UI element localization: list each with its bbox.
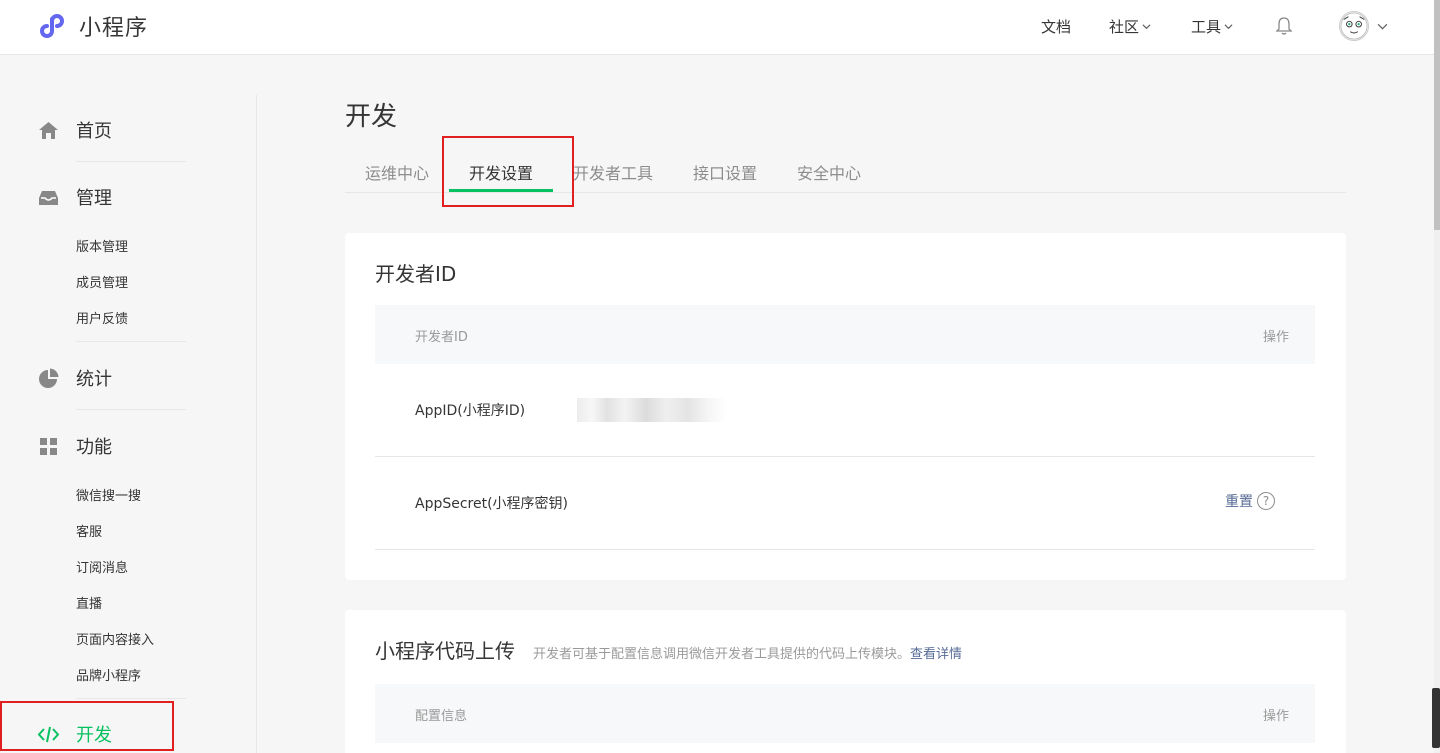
- dev-id-card-title: 开发者ID: [375, 262, 457, 286]
- reset-label: 重置: [1225, 494, 1253, 510]
- floating-widget[interactable]: [1432, 688, 1440, 748]
- reset-appsecret-button[interactable]: 重置 ?: [1225, 491, 1275, 511]
- sidebar-sub-subscribe-message[interactable]: 订阅消息: [76, 557, 128, 576]
- highlight-box-sidebar-dev: [0, 701, 174, 751]
- code-upload-card: 小程序代码上传 开发者可基于配置信息调用微信开发者工具提供的代码上传模块。查看详情…: [345, 610, 1346, 753]
- user-avatar[interactable]: [1339, 11, 1369, 41]
- page-scrollbar[interactable]: [1434, 0, 1440, 753]
- col-header-dev-id: 开发者ID: [415, 330, 468, 345]
- tab-security[interactable]: 安全中心: [797, 160, 861, 184]
- sidebar-item-features[interactable]: 功能: [38, 433, 112, 459]
- sidebar-item-features-label: 功能: [76, 437, 112, 458]
- col-header-action: 操作: [1262, 709, 1289, 724]
- highlight-box-tab: [442, 136, 574, 207]
- tab-dev-tools[interactable]: 开发者工具: [573, 160, 653, 184]
- col-header-config: 配置信息: [415, 709, 468, 724]
- sidebar-sub-version[interactable]: 版本管理: [76, 236, 128, 255]
- nav-docs-label: 文档: [1040, 17, 1071, 36]
- sidebar-sub-members[interactable]: 成员管理: [76, 272, 128, 291]
- pie-chart-icon: [39, 368, 59, 388]
- page-title: 开发: [345, 102, 398, 132]
- tab-api-settings[interactable]: 接口设置: [693, 160, 757, 184]
- code-upload-title: 小程序代码上传: [375, 639, 515, 663]
- top-nav: 文档 社区 工具: [1041, 0, 1388, 52]
- appid-value-redacted: [577, 398, 727, 422]
- sidebar-item-stats[interactable]: 统计: [38, 365, 112, 391]
- inbox-icon: [39, 190, 58, 205]
- col-header-action: 操作: [1262, 330, 1289, 345]
- sidebar-item-manage-label: 管理: [76, 188, 112, 209]
- dev-id-table-header: 开发者ID 操作: [375, 305, 1315, 364]
- sidebar-divider: [256, 95, 257, 753]
- home-icon: [39, 121, 58, 139]
- chevron-down-icon: [1224, 23, 1233, 29]
- sidebar-sub-page-content[interactable]: 页面内容接入: [76, 629, 154, 648]
- nav-docs[interactable]: 文档: [1041, 16, 1071, 37]
- code-upload-card-header: 小程序代码上传 开发者可基于配置信息调用微信开发者工具提供的代码上传模块。查看详情: [375, 635, 962, 664]
- sidebar-sub-brand[interactable]: 品牌小程序: [76, 665, 141, 684]
- sidebar-sub-live[interactable]: 直播: [76, 593, 102, 612]
- miniprogram-logo-icon: [40, 14, 64, 38]
- tab-ops[interactable]: 运维中心: [365, 160, 429, 184]
- sidebar: 首页 管理 版本管理 成员管理 用户反馈 统计 功能 微信搜一搜 客服 订阅消息…: [0, 55, 257, 753]
- nav-tools[interactable]: 工具: [1191, 16, 1233, 37]
- bell-icon[interactable]: [1275, 16, 1293, 36]
- table-row-appid: AppID(小程序ID): [375, 364, 1315, 457]
- grid-icon: [40, 437, 57, 455]
- top-header: 小程序 文档 社区 工具: [0, 0, 1434, 55]
- sidebar-divider: [76, 341, 186, 342]
- sidebar-item-home[interactable]: 首页: [38, 117, 112, 143]
- sidebar-sub-customer-service[interactable]: 客服: [76, 521, 102, 540]
- scrollbar-thumb[interactable]: [1434, 0, 1440, 230]
- logo[interactable]: 小程序: [38, 9, 148, 43]
- sidebar-item-manage[interactable]: 管理: [38, 184, 112, 210]
- sidebar-divider: [76, 409, 186, 410]
- chevron-down-icon: [1142, 23, 1151, 29]
- appsecret-label: AppSecret(小程序密钥): [415, 496, 569, 512]
- nav-tools-label: 工具: [1190, 17, 1221, 36]
- nav-community-label: 社区: [1108, 17, 1139, 36]
- sidebar-item-stats-label: 统计: [76, 369, 112, 390]
- table-row-appsecret: AppSecret(小程序密钥) 重置 ?: [375, 457, 1315, 550]
- avatar-chevron-down-icon[interactable]: [1377, 21, 1388, 32]
- appid-label: AppID(小程序ID): [415, 403, 526, 419]
- help-icon[interactable]: ?: [1257, 492, 1275, 510]
- view-details-link[interactable]: 查看详情: [910, 647, 962, 662]
- code-upload-desc-text: 开发者可基于配置信息调用微信开发者工具提供的代码上传模块。: [533, 647, 911, 662]
- app-name: 小程序: [79, 16, 149, 41]
- sidebar-divider: [76, 161, 186, 162]
- dev-id-card: 开发者ID 开发者ID 操作 AppID(小程序ID) AppSecret(小程…: [345, 233, 1346, 580]
- nav-community[interactable]: 社区: [1109, 16, 1151, 37]
- sidebar-divider: [76, 698, 186, 699]
- sidebar-item-home-label: 首页: [76, 121, 112, 142]
- code-upload-desc: 开发者可基于配置信息调用微信开发者工具提供的代码上传模块。查看详情: [533, 647, 962, 662]
- upload-table-header: 配置信息 操作: [375, 684, 1315, 743]
- sidebar-sub-feedback[interactable]: 用户反馈: [76, 308, 128, 327]
- sidebar-sub-wechat-search[interactable]: 微信搜一搜: [76, 485, 141, 504]
